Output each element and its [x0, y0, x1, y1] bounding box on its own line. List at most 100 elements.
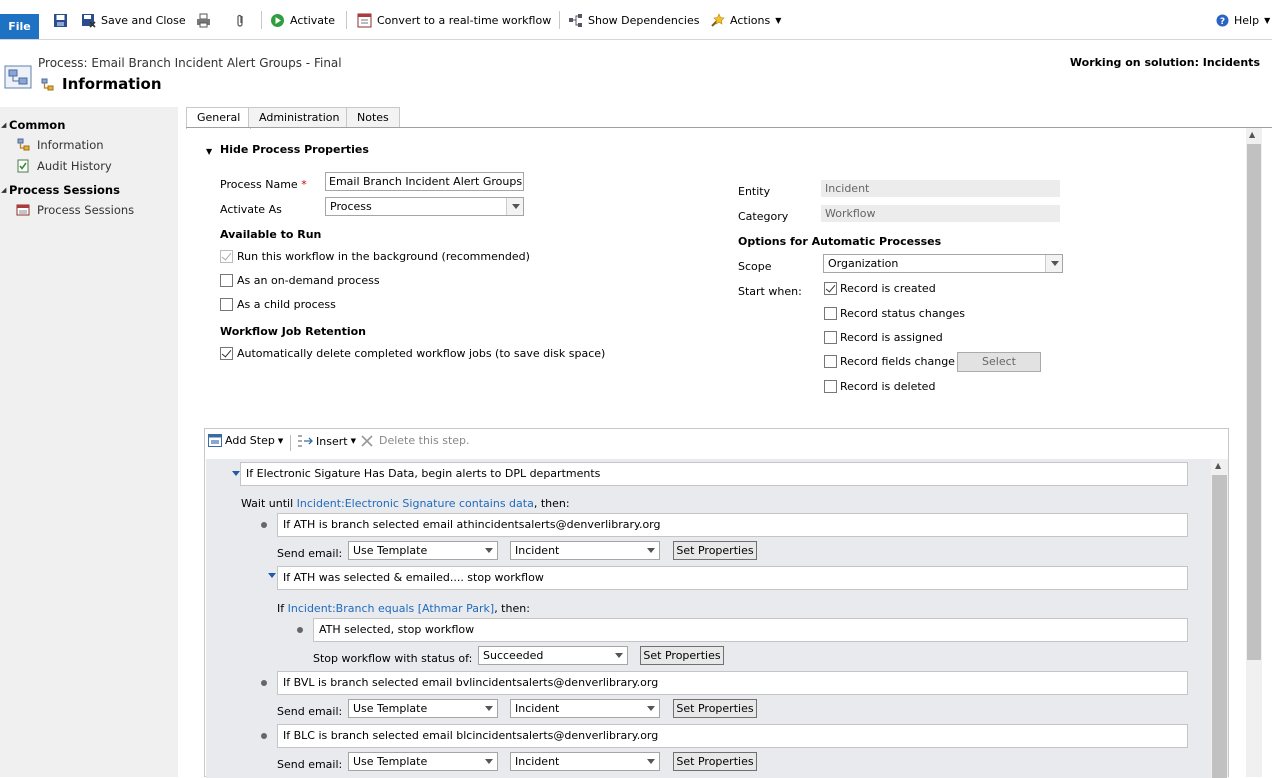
chevron-down-icon[interactable] — [506, 198, 523, 215]
nav-group-process-sessions[interactable]: Process Sessions — [9, 183, 120, 197]
tab-general[interactable]: General — [186, 107, 252, 129]
step-ath-stop-condition[interactable]: If ATH was selected & emailed.... stop w… — [277, 566, 1188, 590]
select-fields-button[interactable]: Select — [957, 352, 1041, 372]
scroll-up-icon[interactable]: ▲ — [1249, 130, 1255, 139]
chevron-down-icon[interactable] — [1045, 255, 1062, 272]
wait-condition-link[interactable]: Incident:Electronic Signature contains d… — [297, 497, 534, 510]
collapse-icon[interactable]: ◢ — [1, 121, 6, 129]
chevron-down-icon[interactable] — [480, 542, 497, 559]
process-sessions-icon — [16, 204, 30, 216]
stop-status-select[interactable]: Succeeded — [478, 646, 628, 665]
help-label: Help — [1234, 13, 1260, 27]
send-email-template-select[interactable]: Use Template — [348, 699, 498, 718]
record-assigned-checkbox[interactable] — [824, 331, 837, 344]
start-when-label: Start when: — [738, 285, 802, 298]
show-dependencies-button[interactable]: Show Dependencies — [568, 11, 699, 29]
chevron-down-icon[interactable] — [642, 700, 659, 717]
set-properties-button[interactable]: Set Properties — [673, 699, 757, 718]
step-bullet-icon — [261, 733, 267, 739]
form-scrollbar[interactable]: ▲ — [1246, 128, 1262, 777]
save-button[interactable] — [53, 11, 68, 29]
step-ath-email[interactable]: If ATH is branch selected email athincid… — [277, 513, 1188, 537]
nav-group-common[interactable]: Common — [9, 118, 65, 132]
activate-as-value: Process — [330, 200, 372, 213]
required-asterisk: * — [301, 178, 307, 191]
record-fields-checkbox[interactable] — [824, 355, 837, 368]
scope-select[interactable]: Organization — [823, 254, 1063, 273]
actions-menu[interactable]: Actions ▼ — [710, 11, 781, 29]
step-blc-email[interactable]: If BLC is branch selected email blcincid… — [277, 724, 1188, 748]
add-step-button[interactable]: Add Step ▼ — [208, 434, 283, 447]
collapse-icon[interactable]: ◢ — [1, 186, 6, 194]
tab-notes[interactable]: Notes — [346, 107, 400, 128]
nav-item-audit-history[interactable]: Audit History — [37, 159, 112, 173]
entity-value: Incident — [515, 755, 560, 768]
step-bvl-email[interactable]: If BVL is branch selected email bvlincid… — [277, 671, 1188, 695]
steps-canvas: If Electronic Sigature Has Data, begin a… — [206, 459, 1211, 778]
step-main-condition[interactable]: If Electronic Sigature Has Data, begin a… — [240, 462, 1188, 486]
send-email-entity-select[interactable]: Incident — [510, 752, 660, 771]
process-icon — [4, 65, 32, 89]
send-email-entity-select[interactable]: Incident — [510, 541, 660, 560]
send-email-entity-select[interactable]: Incident — [510, 699, 660, 718]
if-condition-line: If Incident:Branch equals [Athmar Park],… — [277, 602, 530, 615]
record-status-checkbox[interactable] — [824, 307, 837, 320]
help-menu[interactable]: ? Help ▼ — [1216, 11, 1270, 29]
print-button[interactable] — [196, 11, 211, 29]
scrollbar-thumb[interactable] — [1247, 144, 1261, 660]
hide-process-properties-toggle[interactable]: Hide Process Properties — [220, 143, 369, 156]
tab-administration[interactable]: Administration — [248, 107, 351, 128]
print-icon — [197, 13, 210, 27]
category-value: Workflow — [821, 205, 1060, 222]
template-value: Use Template — [353, 702, 428, 715]
if-condition-link[interactable]: Incident:Branch equals [Athmar Park] — [288, 602, 495, 615]
insert-label: Insert — [316, 434, 348, 448]
send-email-template-select[interactable]: Use Template — [348, 752, 498, 771]
set-properties-button[interactable]: Set Properties — [673, 752, 757, 771]
insert-button[interactable]: Insert ▼ — [297, 434, 356, 448]
run-background-checkbox[interactable] — [220, 250, 233, 263]
nav-item-process-sessions[interactable]: Process Sessions — [37, 203, 134, 217]
chevron-down-icon[interactable] — [480, 753, 497, 770]
wait-condition-line: Wait until Incident:Electronic Signature… — [241, 497, 570, 510]
on-demand-checkbox[interactable] — [220, 274, 233, 287]
save-and-close-button[interactable]: Save and Close — [81, 11, 186, 29]
child-process-label: As a child process — [237, 298, 336, 311]
convert-icon — [357, 13, 372, 27]
tab-strip-line — [186, 127, 1272, 128]
ribbon-separator — [559, 11, 560, 29]
collapse-section-icon[interactable]: ▼ — [206, 147, 212, 156]
set-properties-button[interactable]: Set Properties — [640, 646, 724, 665]
record-created-label: Record is created — [840, 282, 936, 295]
send-email-template-select[interactable]: Use Template — [348, 541, 498, 560]
ribbon-toolbar: File Save and Close Activate Convert to … — [0, 0, 1272, 40]
process-name-label: Process Name * — [220, 178, 307, 191]
template-value: Use Template — [353, 755, 428, 768]
step-stop-workflow[interactable]: ATH selected, stop workflow — [313, 618, 1188, 642]
record-deleted-checkbox[interactable] — [824, 380, 837, 393]
attach-button[interactable] — [233, 11, 248, 29]
convert-realtime-button[interactable]: Convert to a real-time workflow — [357, 11, 551, 29]
record-assigned-label: Record is assigned — [840, 331, 943, 344]
record-created-checkbox[interactable] — [824, 282, 837, 295]
auto-delete-checkbox[interactable] — [220, 347, 233, 360]
chevron-down-icon[interactable] — [642, 753, 659, 770]
child-process-checkbox[interactable] — [220, 298, 233, 311]
collapse-step-icon[interactable] — [268, 573, 276, 578]
nav-item-information[interactable]: Information — [37, 138, 104, 152]
chevron-down-icon[interactable] — [642, 542, 659, 559]
file-button[interactable]: File — [0, 14, 39, 39]
set-properties-button[interactable]: Set Properties — [673, 541, 757, 560]
scroll-up-icon[interactable]: ▲ — [1215, 461, 1221, 470]
collapse-step-icon[interactable] — [232, 471, 240, 476]
process-name-field[interactable]: Email Branch Incident Alert Groups - F — [325, 172, 524, 191]
activate-button[interactable]: Activate — [270, 11, 335, 29]
designer-scrollbar[interactable]: ▲ — [1211, 459, 1228, 778]
activate-as-select[interactable]: Process — [325, 197, 524, 216]
chevron-down-icon[interactable] — [480, 700, 497, 717]
ribbon-separator — [261, 11, 262, 29]
designer-scrollbar-thumb[interactable] — [1212, 475, 1227, 778]
on-demand-label: As an on-demand process — [237, 274, 380, 287]
delete-step-button[interactable]: Delete this step. — [361, 434, 470, 447]
chevron-down-icon[interactable] — [610, 647, 627, 664]
